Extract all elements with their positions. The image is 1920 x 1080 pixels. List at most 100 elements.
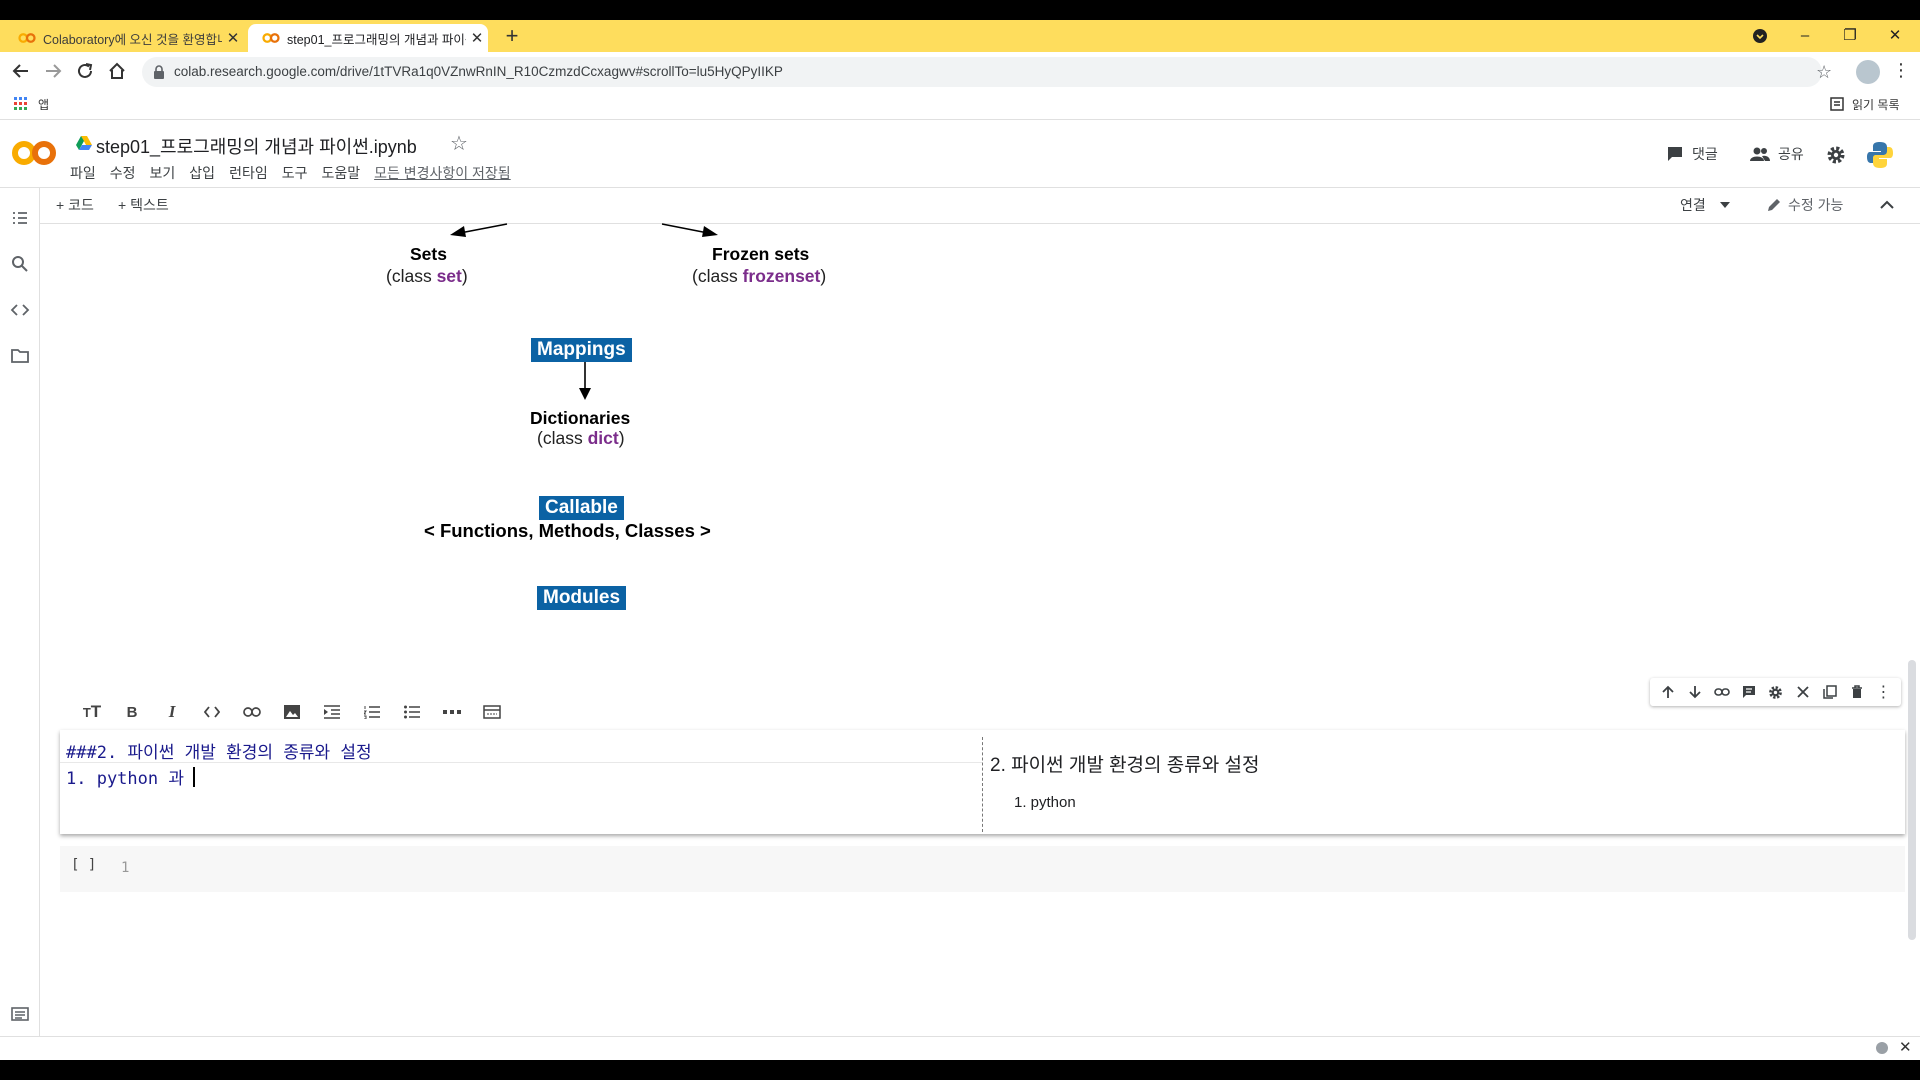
bulleted-list-icon[interactable] [392, 697, 432, 727]
new-tab-button[interactable]: + [498, 22, 526, 50]
code-snippets-icon[interactable] [10, 300, 30, 320]
close-window-icon[interactable]: ✕ [1875, 22, 1915, 50]
back-icon[interactable] [8, 58, 34, 84]
indent-icon[interactable] [312, 697, 352, 727]
image-icon[interactable] [272, 697, 312, 727]
code-icon[interactable] [192, 697, 232, 727]
table-icon[interactable] [472, 697, 512, 727]
add-comment-icon[interactable] [1735, 680, 1762, 704]
home-icon[interactable] [104, 58, 130, 84]
notebook-title[interactable]: step01_프로그래밍의 개념과 파이썬.ipynb [96, 133, 417, 159]
settings-gear-icon[interactable] [1826, 145, 1846, 165]
text-cursor [193, 767, 195, 787]
tab-colab-welcome[interactable]: Colaboratory에 오신 것을 환영합니다 ✕ [4, 24, 244, 52]
menu-help[interactable]: 도움말 [321, 163, 360, 183]
forward-icon[interactable] [40, 58, 66, 84]
tab-title: step01_프로그래밍의 개념과 파이썬 [287, 32, 466, 47]
more-options-icon[interactable]: ⋮ [1870, 680, 1897, 704]
numbered-list-icon[interactable] [352, 697, 392, 727]
status-close-icon[interactable]: ✕ [1899, 1038, 1912, 1056]
tab-step01-notebook[interactable]: step01_프로그래밍의 개념과 파이썬 ✕ [248, 24, 488, 52]
comment-button[interactable]: 댓글 [1666, 144, 1718, 164]
italic-icon[interactable]: I [152, 697, 192, 727]
mirror-cell-icon[interactable] [1789, 680, 1816, 704]
delete-cell-icon[interactable] [1843, 680, 1870, 704]
pencil-icon [1768, 199, 1780, 211]
chrome-menu-icon[interactable]: ⋮ [1892, 60, 1910, 81]
diagram-sets-subtitle: (class set) [386, 266, 468, 286]
status-bar [0, 1036, 1920, 1060]
share-people-icon [1750, 147, 1770, 161]
profile-avatar[interactable] [1856, 60, 1880, 84]
comment-icon [1668, 147, 1682, 161]
diagram-callable-badge: Callable [539, 496, 624, 520]
copy-cell-icon[interactable] [1816, 680, 1843, 704]
share-button[interactable]: 공유 [1750, 144, 1804, 164]
diagram-frozensets-title: Frozen sets [712, 244, 810, 264]
collapse-chevron-up-icon[interactable] [1880, 199, 1894, 209]
notebook-area [40, 224, 1920, 1036]
bold-icon[interactable]: B [112, 697, 152, 727]
url-text[interactable]: colab.research.google.com/drive/1tTVRa1q… [174, 64, 783, 79]
tab-close-icon[interactable]: ✕ [466, 29, 488, 47]
move-cell-up-icon[interactable] [1654, 680, 1681, 704]
saved-status[interactable]: 모든 변경사항이 저장됨 [374, 163, 511, 183]
cell-settings-gear-icon[interactable] [1762, 680, 1789, 704]
python-logo-icon [1867, 142, 1893, 168]
edit-mode-label: 수정 가능 [1788, 197, 1844, 213]
diagram-frozensets-subtitle: (class frozenset) [692, 266, 827, 286]
menu-file[interactable]: 파일 [70, 163, 96, 183]
colab-logo[interactable] [12, 138, 56, 168]
menu-view[interactable]: 보기 [150, 163, 176, 183]
menu-edit[interactable]: 수정 [110, 163, 136, 183]
add-text-button[interactable]: + 텍스트 [118, 195, 169, 215]
code-cell[interactable] [60, 846, 1905, 892]
preview-list-item: 1. python [1014, 794, 1076, 811]
tab-search-icon[interactable] [1740, 22, 1780, 50]
notebook-scrollbar[interactable] [1908, 660, 1916, 940]
share-label: 공유 [1778, 146, 1804, 162]
markdown-editor[interactable]: ###2. 파이썬 개발 환경의 종류와 설정 1. python 과 [60, 734, 982, 832]
terminal-icon[interactable] [10, 1004, 30, 1024]
bookmark-star-icon[interactable]: ☆ [1816, 62, 1832, 83]
menu-tools[interactable]: 도구 [282, 163, 308, 183]
connect-button[interactable]: 연결 [1680, 195, 1730, 215]
screen-bottom-edge [0, 1060, 1920, 1080]
diagram-dictionaries-subtitle: (class dict) [537, 428, 625, 448]
drive-icon [76, 136, 92, 150]
colab-favicon-icon [18, 33, 36, 43]
restore-icon[interactable]: ❐ [1830, 22, 1870, 50]
cell-actions-toolbar: ⋮ [1650, 678, 1901, 706]
apps-label[interactable]: 앱 [38, 96, 49, 113]
files-folder-icon[interactable] [10, 346, 30, 366]
reading-list-label[interactable]: 읽기 목록 [1852, 96, 1900, 113]
lock-icon [154, 65, 164, 79]
reload-icon[interactable] [72, 58, 98, 84]
diagram-mappings-badge: Mappings [531, 338, 632, 362]
diagram-callable-subtitle: < Functions, Methods, Classes > [424, 520, 711, 541]
run-cell-button[interactable]: [ ] [71, 857, 96, 873]
search-icon[interactable] [10, 254, 30, 274]
minimize-icon[interactable]: – [1785, 22, 1825, 50]
add-code-button[interactable]: + 코드 [56, 195, 94, 215]
menu-insert[interactable]: 삽입 [189, 163, 215, 183]
diagram-arrow-down [579, 362, 591, 400]
diagram-sets-title: Sets [410, 244, 447, 264]
tab-strip: Colaboratory에 오신 것을 환영합니다 ✕ step01_프로그래밍… [0, 20, 1920, 52]
star-icon[interactable]: ☆ [450, 131, 468, 156]
tab-close-icon[interactable]: ✕ [222, 29, 244, 47]
horizontal-rule-icon[interactable] [432, 697, 472, 727]
apps-grid-icon[interactable] [14, 97, 28, 111]
link-to-cell-icon[interactable] [1708, 680, 1735, 704]
edit-mode-button[interactable]: 수정 가능 [1766, 195, 1843, 215]
heading-icon[interactable]: TT [72, 697, 112, 727]
table-of-contents-icon[interactable] [10, 208, 30, 228]
link-icon[interactable] [232, 697, 272, 727]
line-number: 1 [121, 860, 130, 876]
notebook-toolbar [40, 188, 1920, 224]
diagram-arrows-top [450, 223, 718, 237]
connect-label: 연결 [1680, 197, 1706, 213]
menu-runtime[interactable]: 런타임 [229, 163, 268, 183]
move-cell-down-icon[interactable] [1681, 680, 1708, 704]
markdown-toolbar: TT B I [72, 695, 512, 729]
